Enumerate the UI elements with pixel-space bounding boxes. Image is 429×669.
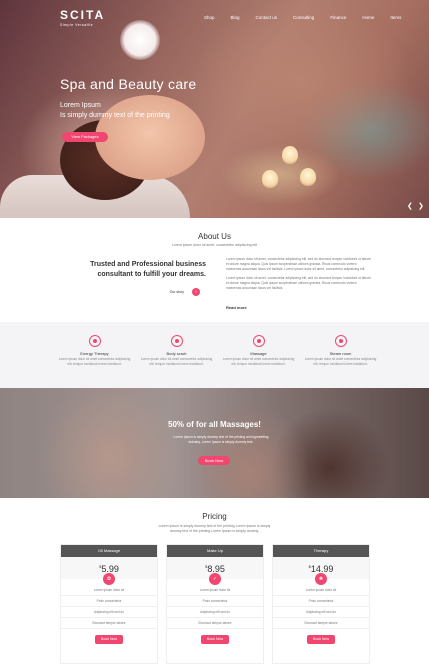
nav-item-home[interactable]: Home xyxy=(362,15,374,20)
nav-item-blog[interactable]: Blog xyxy=(231,15,240,20)
nav-item-items[interactable]: Items xyxy=(390,15,401,20)
service-item: Energy Therapy Lorem ipsum dolor sit ame… xyxy=(57,322,133,388)
pricing-card: Make Up $8.95 ✓ Lorem ipsum dolor sit Pr… xyxy=(166,544,264,664)
plan-feature: Proin consectetur xyxy=(273,596,369,607)
plan-feature: Adipiscing elit sed do xyxy=(167,607,263,618)
about-text: Lorem ipsum dolor sit amet, consectetur … xyxy=(226,257,372,291)
about-title: About Us xyxy=(198,232,231,241)
book-now-button[interactable]: Book Now xyxy=(307,635,335,644)
about-subtitle: Lorem ipsum dolor sit amet, consectetur … xyxy=(171,243,257,247)
plan-feature: Proin consectetur xyxy=(61,596,157,607)
service-desc: Lorem ipsum dolor sit amet consectetur a… xyxy=(304,357,377,366)
our-story-link[interactable]: Our story › xyxy=(170,288,200,296)
plan-name: Oil Massage xyxy=(61,545,157,557)
promo-banner: 50% of for all Massages! Lorem Ipsum is … xyxy=(0,388,429,498)
plan-feature: Eiusmod tempor labore xyxy=(167,618,263,629)
service-item: Body scrub Lorem ipsum dolor sit amet co… xyxy=(139,322,215,388)
service-desc: Lorem ipsum dolor sit amet consectetur a… xyxy=(140,357,213,366)
stones-icon xyxy=(170,335,183,347)
service-name: Steam room xyxy=(329,351,352,356)
read-more-link[interactable]: Read more xyxy=(226,305,247,310)
plan-feature: Adipiscing elit sed do xyxy=(61,607,157,618)
view-packages-button[interactable]: View Packages xyxy=(62,132,108,142)
services-section: Energy Therapy Lorem ipsum dolor sit ame… xyxy=(0,322,429,388)
service-item: Massage Lorem ipsum dolor sit amet conse… xyxy=(221,322,297,388)
plan-feature: Proin consectetur xyxy=(167,596,263,607)
plan-feature: Eiusmod tempor labore xyxy=(61,618,157,629)
plan-feature: Lorem ipsum dolor sit xyxy=(273,585,369,596)
about-paragraph: Lorem ipsum dolor sit amet, consectetur … xyxy=(226,257,371,271)
lotus-icon: ❀ xyxy=(315,573,327,585)
hero-subtitle-line1: Lorem Ipsum xyxy=(60,102,101,109)
hero-subtitle-line2: Is simply dummy text of the printing xyxy=(60,112,170,119)
service-name: Energy Therapy xyxy=(80,351,109,356)
candle-image xyxy=(262,170,278,188)
about-heading-line1: Trusted and Professional business xyxy=(90,261,206,268)
chevron-left-icon[interactable]: ❮ xyxy=(407,202,413,210)
pricing-section: Pricing Lorem Ipsum is simply dummy text… xyxy=(0,498,429,669)
plan-feature: Eiusmod tempor labore xyxy=(273,618,369,629)
candle-image xyxy=(300,168,316,186)
service-item: Steam room Lorem ipsum dolor sit amet co… xyxy=(303,322,379,388)
hero-title: Spa and Beauty care xyxy=(60,76,197,92)
spa-icon: ✿ xyxy=(103,573,115,585)
about-heading: Trusted and Professional business consul… xyxy=(58,260,206,280)
service-name: Body scrub xyxy=(166,351,187,356)
service-desc: Lorem ipsum dolor sit amet consectetur a… xyxy=(222,357,295,366)
brush-icon: ✓ xyxy=(209,573,221,585)
plan-feature: Adipiscing elit sed do xyxy=(273,607,369,618)
nav-item-contact[interactable]: Contact us xyxy=(256,15,278,20)
logo-tagline: Simple Versatile xyxy=(60,23,94,27)
about-section: About Us Lorem ipsum dolor sit amet, con… xyxy=(0,218,429,322)
about-heading-line2: consultant to fulfill your dreams. xyxy=(97,271,206,278)
logo-name: SCITA xyxy=(60,8,106,22)
plan-name: Make Up xyxy=(167,545,263,557)
promo-title: 50% of for all Massages! xyxy=(168,420,261,429)
steam-icon xyxy=(334,335,347,347)
about-paragraph: Lorem ipsum dolor sit amet, consectetur … xyxy=(226,276,371,290)
pricing-title: Pricing xyxy=(202,512,227,521)
pricing-subtitle: Lorem Ipsum is simply dummy text of the … xyxy=(158,524,271,533)
our-story-label: Our story xyxy=(169,290,184,294)
book-now-button[interactable]: Book Now xyxy=(201,635,229,644)
hero-banner: SCITA Simple Versatile Shop Blog Contact… xyxy=(0,0,429,218)
pricing-card: Oil Massage $5.99 ✿ Lorem ipsum dolor si… xyxy=(60,544,158,664)
pricing-plans: Oil Massage $5.99 ✿ Lorem ipsum dolor si… xyxy=(60,544,370,664)
nav-item-finance[interactable]: Finance xyxy=(330,15,346,20)
promo-subtitle: Lorem Ipsum is simply dummy text of the … xyxy=(173,435,269,444)
book-now-button[interactable]: Book Now xyxy=(95,635,123,644)
main-nav: Shop Blog Contact us Consulting Finance … xyxy=(204,15,417,20)
pricing-card: Therapy $14.99 ❀ Lorem ipsum dolor sit P… xyxy=(272,544,370,664)
service-desc: Lorem ipsum dolor sit amet consectetur a… xyxy=(58,357,131,366)
arrow-right-icon[interactable]: › xyxy=(192,288,200,296)
chevron-right-icon[interactable]: ❯ xyxy=(418,202,424,210)
about-heading-block: Trusted and Professional business consul… xyxy=(58,260,206,296)
logo[interactable]: SCITA Simple Versatile xyxy=(60,8,105,27)
service-name: Massage xyxy=(250,351,267,356)
flower-image xyxy=(120,20,160,60)
massage-icon xyxy=(252,335,265,347)
lotus-icon xyxy=(88,335,101,347)
nav-item-shop[interactable]: Shop xyxy=(204,15,215,20)
plan-feature: Lorem ipsum dolor sit xyxy=(167,585,263,596)
candle-image xyxy=(282,146,298,164)
plan-name: Therapy xyxy=(273,545,369,557)
book-now-button[interactable]: Book Now xyxy=(198,456,230,465)
nav-item-consulting[interactable]: Consulting xyxy=(293,15,314,20)
plan-feature: Lorem ipsum dolor sit xyxy=(61,585,157,596)
hero-subtitle: Lorem Ipsum Is simply dummy text of the … xyxy=(60,101,170,121)
